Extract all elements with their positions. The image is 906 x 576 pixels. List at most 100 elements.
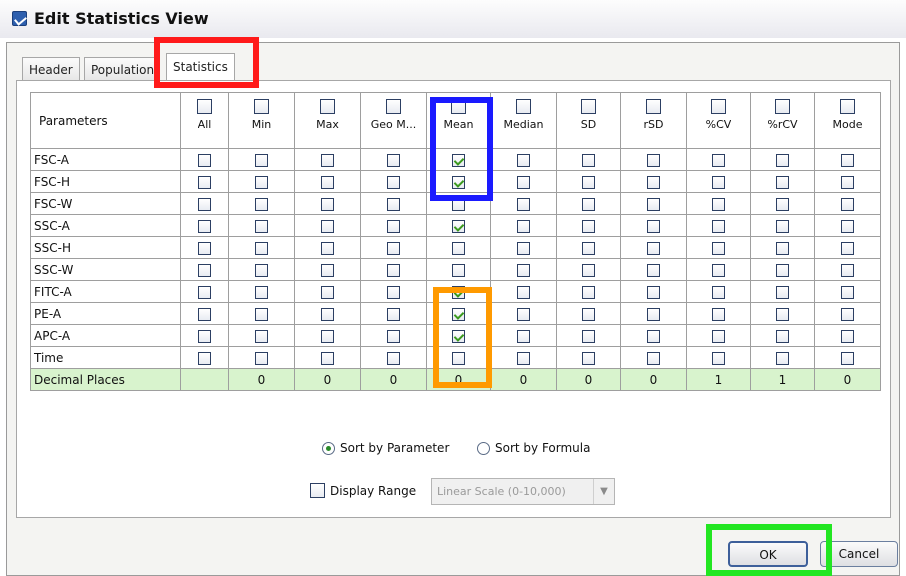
- stat-checkbox-time-min[interactable]: [255, 351, 268, 365]
- decimal-places-value[interactable]: 0: [426, 368, 491, 391]
- stat-checkbox-ssc-w-rsd[interactable]: [647, 263, 660, 277]
- select-all-sd-checkbox[interactable]: [581, 99, 596, 114]
- decimal-places-value[interactable]: 0: [294, 368, 361, 391]
- stat-checkbox-time-rsd[interactable]: [647, 351, 660, 365]
- stat-checkbox-fsc-w-max[interactable]: [321, 197, 334, 211]
- decimal-places-value[interactable]: 1: [686, 368, 751, 391]
- stat-checkbox-ssc-a-all[interactable]: [198, 219, 211, 233]
- display-range-select[interactable]: Linear Scale (0-10,000) ▼: [431, 478, 615, 505]
- stat-checkbox-ssc-w-min[interactable]: [255, 263, 268, 277]
- decimal-places-value[interactable]: 1: [750, 368, 815, 391]
- stat-checkbox-fsc-h--rcv[interactable]: [776, 175, 789, 189]
- stat-checkbox-ssc-a-median[interactable]: [517, 219, 530, 233]
- stat-checkbox-pe-a-all[interactable]: [198, 307, 211, 321]
- stat-checkbox-fsc-w--cv[interactable]: [712, 197, 725, 211]
- stat-checkbox-fitc-a--rcv[interactable]: [776, 285, 789, 299]
- stat-checkbox-ssc-h-geo-m[interactable]: [387, 241, 400, 255]
- sort-by-formula-option[interactable]: Sort by Formula: [477, 441, 590, 455]
- select-all-max-checkbox[interactable]: [320, 99, 335, 114]
- stat-checkbox-ssc-h-max[interactable]: [321, 241, 334, 255]
- stat-checkbox-ssc-a-max[interactable]: [321, 219, 334, 233]
- stat-checkbox-time-max[interactable]: [321, 351, 334, 365]
- stat-checkbox-ssc-a-sd[interactable]: [582, 219, 595, 233]
- stat-checkbox-fsc-a--rcv[interactable]: [776, 153, 789, 167]
- stat-checkbox-fsc-a-all[interactable]: [198, 153, 211, 167]
- stat-checkbox-time-median[interactable]: [517, 351, 530, 365]
- stat-checkbox-fsc-h-min[interactable]: [255, 175, 268, 189]
- stat-checkbox-apc-a-mean[interactable]: [452, 329, 465, 343]
- stat-checkbox-ssc-a-geo-m[interactable]: [387, 219, 400, 233]
- stat-checkbox-time-geo-m[interactable]: [387, 351, 400, 365]
- stat-checkbox-ssc-w-sd[interactable]: [582, 263, 595, 277]
- decimal-places-value[interactable]: 0: [814, 368, 881, 391]
- select-all-geo-m-checkbox[interactable]: [386, 99, 401, 114]
- stat-checkbox-fsc-a-geo-m[interactable]: [387, 153, 400, 167]
- stat-checkbox-apc-a-max[interactable]: [321, 329, 334, 343]
- stat-checkbox-apc-a-all[interactable]: [198, 329, 211, 343]
- stat-checkbox-fsc-w-mode[interactable]: [841, 197, 854, 211]
- select-all--cv-checkbox[interactable]: [711, 99, 726, 114]
- decimal-places-value[interactable]: 0: [360, 368, 427, 391]
- stat-checkbox-ssc-h-all[interactable]: [198, 241, 211, 255]
- stat-checkbox-ssc-h-min[interactable]: [255, 241, 268, 255]
- stat-checkbox-ssc-w-median[interactable]: [517, 263, 530, 277]
- decimal-places-value[interactable]: 0: [228, 368, 295, 391]
- decimal-places-value[interactable]: 0: [490, 368, 557, 391]
- stat-checkbox-apc-a-mode[interactable]: [841, 329, 854, 343]
- stat-checkbox-pe-a-sd[interactable]: [582, 307, 595, 321]
- stat-checkbox-ssc-a-min[interactable]: [255, 219, 268, 233]
- select-all-rsd-checkbox[interactable]: [646, 99, 661, 114]
- sort-by-formula-radio[interactable]: [477, 441, 490, 455]
- stat-checkbox-fitc-a-mode[interactable]: [841, 285, 854, 299]
- stat-checkbox-pe-a-mode[interactable]: [841, 307, 854, 321]
- stat-checkbox-pe-a-min[interactable]: [255, 307, 268, 321]
- stat-checkbox-fsc-a-min[interactable]: [255, 153, 268, 167]
- stat-checkbox-pe-a-mean[interactable]: [452, 307, 465, 321]
- stat-checkbox-fsc-h-median[interactable]: [517, 175, 530, 189]
- stat-checkbox-fsc-w-min[interactable]: [255, 197, 268, 211]
- stat-checkbox-ssc-w-geo-m[interactable]: [387, 263, 400, 277]
- cancel-button[interactable]: Cancel: [820, 541, 898, 567]
- stat-checkbox-fitc-a-sd[interactable]: [582, 285, 595, 299]
- stat-checkbox-time-all[interactable]: [198, 351, 211, 365]
- stat-checkbox-fitc-a-rsd[interactable]: [647, 285, 660, 299]
- stat-checkbox-apc-a-geo-m[interactable]: [387, 329, 400, 343]
- stat-checkbox-fsc-w-geo-m[interactable]: [387, 197, 400, 211]
- stat-checkbox-ssc-w--cv[interactable]: [712, 263, 725, 277]
- stat-checkbox-pe-a--rcv[interactable]: [776, 307, 789, 321]
- stat-checkbox-apc-a-median[interactable]: [517, 329, 530, 343]
- stat-checkbox-ssc-a-mean[interactable]: [452, 219, 465, 233]
- stat-checkbox-fsc-w-mean[interactable]: [452, 197, 465, 211]
- stat-checkbox-fitc-a-max[interactable]: [321, 285, 334, 299]
- stat-checkbox-ssc-a--rcv[interactable]: [776, 219, 789, 233]
- stat-checkbox-fsc-h--cv[interactable]: [712, 175, 725, 189]
- stat-checkbox-ssc-h-mode[interactable]: [841, 241, 854, 255]
- stat-checkbox-ssc-a--cv[interactable]: [712, 219, 725, 233]
- stat-checkbox-fsc-h-geo-m[interactable]: [387, 175, 400, 189]
- stat-checkbox-fitc-a-mean[interactable]: [452, 285, 465, 299]
- sort-by-parameter-option[interactable]: Sort by Parameter: [322, 441, 449, 455]
- stat-checkbox-pe-a-geo-m[interactable]: [387, 307, 400, 321]
- stat-checkbox-fsc-w-rsd[interactable]: [647, 197, 660, 211]
- stat-checkbox-ssc-h-sd[interactable]: [582, 241, 595, 255]
- decimal-places-value[interactable]: 0: [620, 368, 687, 391]
- stat-checkbox-time-mean[interactable]: [452, 351, 465, 365]
- stat-checkbox-ssc-w-max[interactable]: [321, 263, 334, 277]
- stat-checkbox-fsc-a-rsd[interactable]: [647, 153, 660, 167]
- stat-checkbox-time--cv[interactable]: [712, 351, 725, 365]
- stat-checkbox-fsc-a--cv[interactable]: [712, 153, 725, 167]
- stat-checkbox-fsc-h-mode[interactable]: [841, 175, 854, 189]
- stat-checkbox-pe-a--cv[interactable]: [712, 307, 725, 321]
- stat-checkbox-fsc-a-median[interactable]: [517, 153, 530, 167]
- tab-population[interactable]: Population: [84, 57, 158, 81]
- stat-checkbox-fitc-a-median[interactable]: [517, 285, 530, 299]
- stat-checkbox-fitc-a-all[interactable]: [198, 285, 211, 299]
- select-all--rcv-checkbox[interactable]: [775, 99, 790, 114]
- stat-checkbox-ssc-w--rcv[interactable]: [776, 263, 789, 277]
- tab-header[interactable]: Header: [22, 57, 80, 81]
- stat-checkbox-fsc-w-all[interactable]: [198, 197, 211, 211]
- stat-checkbox-time-sd[interactable]: [582, 351, 595, 365]
- select-all-all-checkbox[interactable]: [197, 99, 212, 114]
- stat-checkbox-ssc-h-rsd[interactable]: [647, 241, 660, 255]
- stat-checkbox-fsc-h-max[interactable]: [321, 175, 334, 189]
